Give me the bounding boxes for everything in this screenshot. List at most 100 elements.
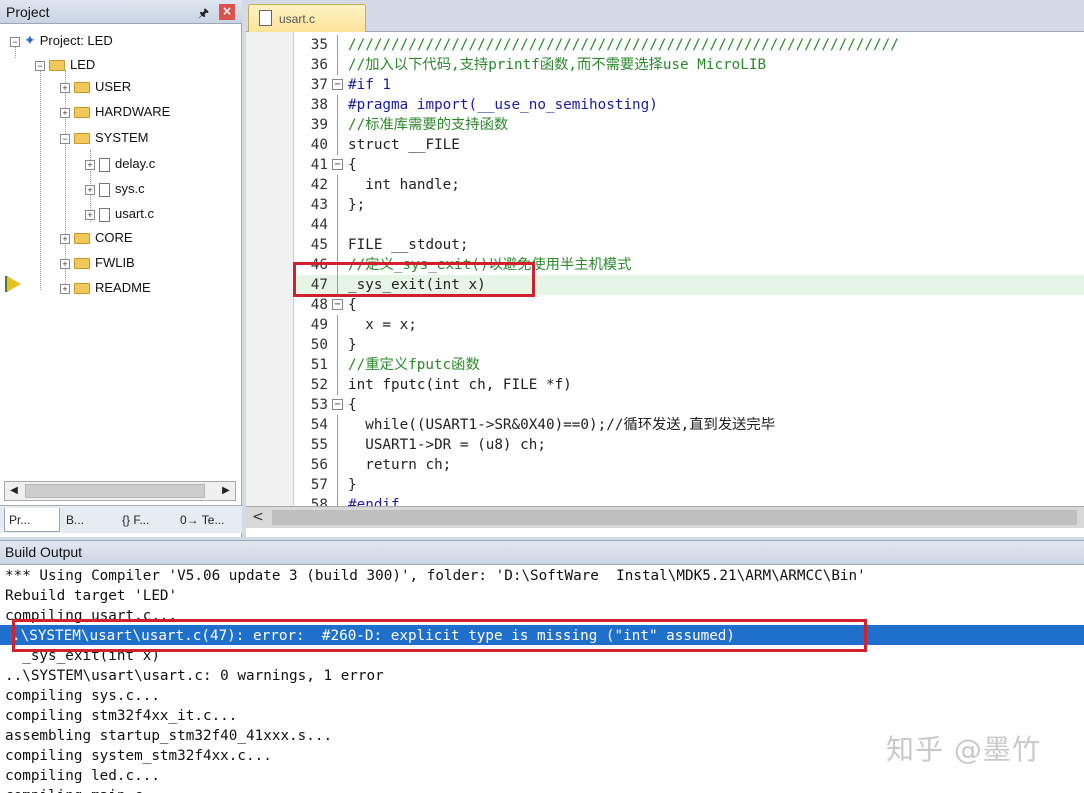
tree-group-hardware[interactable]: + HARDWARE	[60, 103, 170, 121]
expand-toggle-icon[interactable]: +	[60, 258, 70, 269]
tree-group-core[interactable]: + CORE	[60, 229, 133, 247]
tree-file-delay[interactable]: + delay.c	[85, 155, 155, 173]
folder-icon	[74, 258, 90, 270]
c-file-icon	[99, 182, 110, 197]
fold-toggle-icon[interactable]: −	[332, 79, 343, 90]
editor-gutter[interactable]	[246, 32, 294, 506]
code-text: return ch;	[348, 457, 452, 473]
code-text: {	[348, 157, 357, 173]
build-output-line[interactable]: compiling main.c...	[5, 786, 169, 793]
code-line[interactable]: 35 //////////////////////////////////////…	[294, 35, 1084, 55]
build-output-line[interactable]: Rebuild target 'LED'	[5, 586, 177, 606]
code-line[interactable]: 44	[294, 215, 1084, 235]
fold-toggle-icon[interactable]: −	[332, 159, 343, 170]
tab-project[interactable]: Pr...	[4, 508, 60, 532]
build-output-line[interactable]: compiling sys.c...	[5, 686, 160, 706]
tab-functions[interactable]: {} F...	[118, 508, 172, 532]
fold-line	[337, 35, 338, 55]
close-icon[interactable]: ×	[219, 4, 235, 20]
tree-group-label: USER	[95, 79, 132, 94]
build-output-line[interactable]: assembling startup_stm32f40_41xxx.s...	[5, 726, 332, 746]
code-line[interactable]: 51 //重定义fputc函数	[294, 355, 1084, 375]
expand-toggle-icon[interactable]: +	[85, 159, 95, 170]
code-line[interactable]: 48−{	[294, 295, 1084, 315]
line-number: 51	[310, 357, 328, 373]
tab-templates[interactable]: 0→ Te...	[176, 508, 238, 532]
folder-icon	[74, 107, 90, 119]
code-line[interactable]: 56 return ch;	[294, 455, 1084, 475]
expand-toggle-icon[interactable]: +	[60, 82, 70, 93]
collapse-toggle-icon[interactable]: −	[35, 60, 45, 71]
build-output-line[interactable]: compiling led.c...	[5, 766, 160, 786]
expand-toggle-icon[interactable]: +	[60, 283, 70, 294]
line-number: 43	[310, 197, 328, 213]
editor-tab-usart[interactable]: usart.c	[248, 4, 366, 32]
scroll-left-icon[interactable]: <	[252, 509, 264, 525]
expand-toggle-icon[interactable]: +	[60, 107, 70, 118]
code-line[interactable]: 47 _sys_exit(int x)	[294, 275, 1084, 295]
code-text: //重定义fputc函数	[348, 357, 480, 373]
tree-group-fwlib[interactable]: + FWLIB	[60, 254, 135, 272]
expand-toggle-icon[interactable]: +	[85, 209, 95, 220]
tree-group-user[interactable]: + USER	[60, 78, 131, 96]
scroll-right-icon[interactable]: ▶	[217, 482, 235, 500]
error-arrow-icon	[7, 276, 21, 292]
scroll-thumb[interactable]	[25, 484, 205, 498]
code-line[interactable]: 55 USART1->DR = (u8) ch;	[294, 435, 1084, 455]
line-number: 45	[310, 237, 328, 253]
project-horizontal-scrollbar[interactable]: ◀ ▶	[4, 481, 236, 501]
code-line[interactable]: 37− #if 1	[294, 75, 1084, 95]
build-output-line[interactable]: ..\SYSTEM\usart\usart.c: 0 warnings, 1 e…	[5, 666, 384, 686]
code-text: #pragma import(__use_no_semihosting)	[348, 97, 658, 113]
line-number: 50	[310, 337, 328, 353]
code-line[interactable]: 40 struct __FILE	[294, 135, 1084, 155]
tree-target-label: LED	[70, 57, 96, 72]
code-line[interactable]: 38 #pragma import(__use_no_semihosting)	[294, 95, 1084, 115]
build-output-line[interactable]: compiling stm32f4xx_it.c...	[5, 706, 237, 726]
code-line[interactable]: 46 //定义_sys_exit()以避免使用半主机模式	[294, 255, 1084, 275]
fold-toggle-icon[interactable]: −	[332, 399, 343, 410]
code-line[interactable]: 53−{	[294, 395, 1084, 415]
code-text: x = x;	[348, 317, 417, 333]
fold-toggle-icon[interactable]: −	[332, 299, 343, 310]
fold-line	[337, 375, 338, 395]
code-line[interactable]: 39 //标准库需要的支持函数	[294, 115, 1084, 135]
tree-group-readme[interactable]: + README	[60, 279, 151, 297]
tree-file-sys[interactable]: + sys.c	[85, 180, 145, 198]
code-line[interactable]: 36 //加入以下代码,支持printf函数,而不需要选择use MicroLIB	[294, 55, 1084, 75]
expand-toggle-icon[interactable]: +	[60, 233, 70, 244]
build-output-line[interactable]: compiling system_stm32f4xx.c...	[5, 746, 272, 766]
expand-toggle-icon[interactable]: +	[85, 184, 95, 195]
tab-books[interactable]: B...	[62, 508, 114, 532]
scroll-track[interactable]	[272, 510, 1077, 525]
tree-group-label: CORE	[95, 230, 133, 245]
collapse-toggle-icon[interactable]: −	[60, 133, 70, 144]
code-line[interactable]: 41−{	[294, 155, 1084, 175]
code-line[interactable]: 58 #endif	[294, 495, 1084, 506]
code-line[interactable]: 43};	[294, 195, 1084, 215]
code-line[interactable]: 52 int fputc(int ch, FILE *f)	[294, 375, 1084, 395]
code-line[interactable]: 57}	[294, 475, 1084, 495]
code-line[interactable]: 54 while((USART1->SR&0X40)==0);//循环发送,直到…	[294, 415, 1084, 435]
line-number: 41	[310, 157, 328, 173]
code-text: int handle;	[348, 177, 460, 193]
code-area[interactable]: 35 //////////////////////////////////////…	[294, 32, 1084, 506]
scroll-left-icon[interactable]: ◀	[5, 482, 23, 500]
editor-horizontal-scrollbar[interactable]: <	[246, 506, 1084, 528]
code-line[interactable]: 49 x = x;	[294, 315, 1084, 335]
code-text: FILE __stdout;	[348, 237, 469, 253]
tree-target[interactable]: − LED	[35, 56, 95, 74]
build-output-line[interactable]: *** Using Compiler 'V5.06 update 3 (buil…	[5, 566, 866, 586]
tree-group-system[interactable]: − SYSTEM	[60, 129, 148, 147]
code-line[interactable]: 42 int handle;	[294, 175, 1084, 195]
line-number: 42	[310, 177, 328, 193]
fold-line	[337, 275, 338, 295]
code-line[interactable]: 45 FILE __stdout;	[294, 235, 1084, 255]
code-line[interactable]: 50}	[294, 335, 1084, 355]
pin-icon[interactable]: 🖈	[198, 4, 209, 25]
tree-file-usart[interactable]: + usart.c	[85, 205, 154, 223]
code-editor: usart.c 35 //////////////////////////////…	[246, 0, 1084, 537]
collapse-toggle-icon[interactable]: −	[10, 36, 20, 47]
project-pane: Project 🖈 × − ✦ Project: LED − LED + USER + H…	[0, 0, 242, 537]
tree-root[interactable]: − ✦ Project: LED	[10, 31, 113, 49]
